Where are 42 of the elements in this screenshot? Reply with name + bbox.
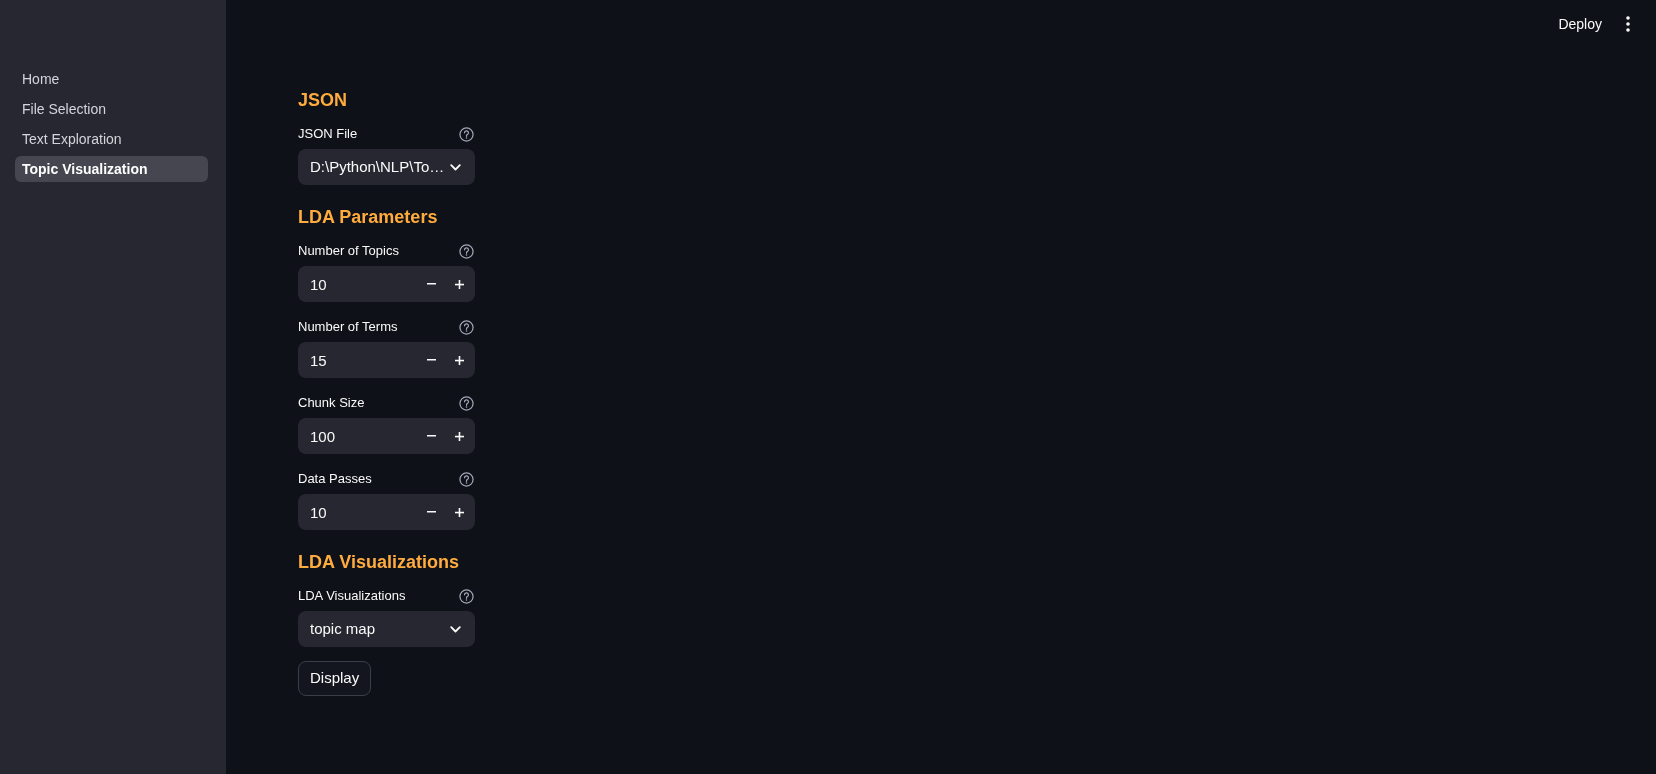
sidebar-nav-link[interactable]: Home xyxy=(15,66,208,92)
dropdown[interactable]: D:\Python\NLP\To… xyxy=(298,149,475,185)
number-input[interactable]: 100 xyxy=(298,418,417,454)
number-input[interactable]: 10 xyxy=(298,266,417,302)
chevron-down-icon xyxy=(450,163,461,171)
help-icon[interactable] xyxy=(459,243,474,259)
increment-button[interactable] xyxy=(445,418,475,454)
vertical-dots-icon xyxy=(1626,16,1630,32)
number-input[interactable]: 15 xyxy=(298,342,417,378)
minus-icon xyxy=(426,511,436,513)
section-heading: LDA Visualizations xyxy=(298,551,460,574)
plus-icon xyxy=(454,507,464,517)
sidebar-nav-link[interactable]: Text Exploration xyxy=(15,126,208,152)
plus-icon xyxy=(454,279,464,289)
help-icon[interactable] xyxy=(459,471,474,487)
dropdown[interactable]: topic map xyxy=(298,611,475,647)
field-label: LDA Visualizations xyxy=(298,587,406,606)
field-label: Number of Topics xyxy=(298,242,399,261)
increment-button[interactable] xyxy=(445,266,475,302)
increment-button[interactable] xyxy=(445,342,475,378)
help-icon[interactable] xyxy=(459,395,474,411)
help-icon[interactable] xyxy=(459,588,474,604)
sidebar-nav-link[interactable]: Topic Visualization xyxy=(15,156,208,182)
deploy-button[interactable]: Deploy xyxy=(1554,10,1606,38)
section-heading: LDA Parameters xyxy=(298,206,438,229)
plus-icon xyxy=(454,431,464,441)
field-label: Chunk Size xyxy=(298,394,365,413)
section-heading: JSON xyxy=(298,89,348,112)
help-icon[interactable] xyxy=(459,126,474,142)
display-button[interactable]: Display xyxy=(298,661,372,696)
minus-icon xyxy=(426,283,436,285)
field-label: Number of Terms xyxy=(298,318,398,337)
increment-button[interactable] xyxy=(445,494,475,530)
field-label: Data Passes xyxy=(298,470,372,489)
field-label: JSON File xyxy=(298,125,358,144)
plus-icon xyxy=(454,355,464,365)
number-input[interactable]: 10 xyxy=(298,494,417,530)
chevron-down-icon xyxy=(450,625,461,633)
minus-icon xyxy=(426,359,436,361)
help-icon[interactable] xyxy=(459,319,474,335)
sidebar-nav-link[interactable]: File Selection xyxy=(15,96,208,122)
minus-icon xyxy=(426,435,436,437)
